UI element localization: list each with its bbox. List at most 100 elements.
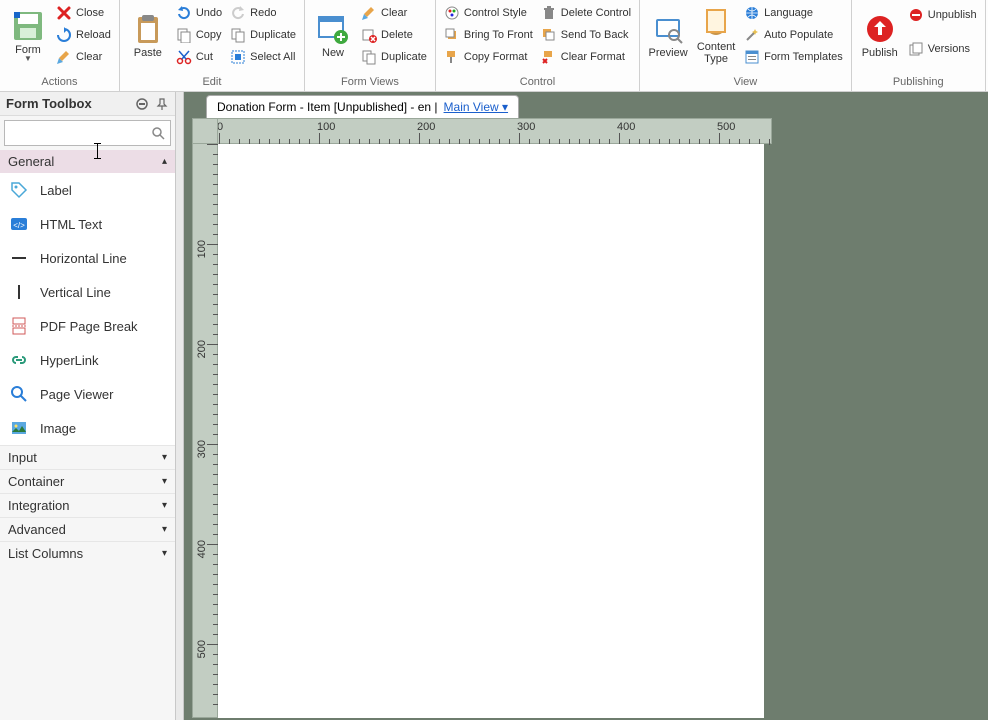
link-icon xyxy=(10,351,28,369)
ribbon-group-publishing: Publish Unpublish Versions Publishing xyxy=(852,0,986,91)
duplicate-icon xyxy=(361,49,377,65)
ribbon-group-actions: Form ▼ Close Reload Clear Actions xyxy=(0,0,120,91)
document-tab[interactable]: Donation Form - Item [Unpublished] - en … xyxy=(206,95,519,118)
duplicate-button[interactable]: Duplicate xyxy=(226,24,300,46)
copy-button[interactable]: Copy xyxy=(172,24,226,46)
group-label-publishing: Publishing xyxy=(856,74,981,91)
workarea: Donation Form - Item [Unpublished] - en … xyxy=(176,92,988,720)
form-canvas[interactable] xyxy=(218,144,764,718)
ruler-vertical: 100200300400500 xyxy=(192,144,218,718)
content-type-button[interactable]: Content Type xyxy=(692,2,740,70)
reload-icon xyxy=(56,27,72,43)
group-label-actions: Actions xyxy=(4,74,115,91)
general-items: Label </> HTML Text Horizontal Line Vert… xyxy=(0,173,175,445)
search-icon xyxy=(151,126,165,140)
versions-button[interactable]: Versions xyxy=(904,38,981,60)
chevron-down-icon: ▾ xyxy=(162,548,167,559)
bring-to-front-button[interactable]: Bring To Front xyxy=(440,24,537,46)
image-icon xyxy=(10,419,28,437)
globe-icon xyxy=(744,5,760,21)
clear-format-icon xyxy=(541,49,557,65)
send-to-back-button[interactable]: Send To Back xyxy=(537,24,635,46)
tool-hyperlink[interactable]: HyperLink xyxy=(0,343,175,377)
tool-label[interactable]: Label xyxy=(0,173,175,207)
sidebar-cat-general[interactable]: General ▴ xyxy=(0,150,175,173)
form-templates-button[interactable]: Form Templates xyxy=(740,46,847,68)
ribbon-group-view: Preview Content Type Language Auto Popul… xyxy=(640,0,852,91)
sidebar-cat-advanced[interactable]: Advanced ▾ xyxy=(0,517,175,541)
paste-button[interactable]: Paste xyxy=(124,2,172,70)
clear-view-button[interactable]: Clear xyxy=(357,2,431,24)
publish-button[interactable]: Publish xyxy=(856,2,904,70)
collapse-icon[interactable] xyxy=(135,97,149,111)
tool-horizontal-line[interactable]: Horizontal Line xyxy=(0,241,175,275)
delete-view-button[interactable]: Delete xyxy=(357,24,431,46)
group-label-control: Control xyxy=(440,74,635,91)
clear-format-button[interactable]: Clear Format xyxy=(537,46,635,68)
reload-button[interactable]: Reload xyxy=(52,24,115,46)
ribbon-group-form-views: New Clear Delete Duplicate Form Views xyxy=(305,0,436,91)
toolbox-title: Form Toolbox xyxy=(6,96,92,111)
vline-icon xyxy=(10,283,28,301)
select-all-button[interactable]: Select All xyxy=(226,46,300,68)
content-type-icon xyxy=(700,7,732,39)
chevron-down-icon: ▾ xyxy=(162,452,167,463)
copy-format-button[interactable]: Copy Format xyxy=(440,46,537,68)
sidebar-cat-integration[interactable]: Integration ▾ xyxy=(0,493,175,517)
magnifier-icon xyxy=(10,385,28,403)
delete-control-button[interactable]: Delete Control xyxy=(537,2,635,24)
search-input[interactable] xyxy=(4,120,171,146)
ribbon: Form ▼ Close Reload Clear Actions xyxy=(0,0,988,92)
unpublish-button[interactable]: Unpublish xyxy=(904,4,981,26)
toolbox-titlebar: Form Toolbox xyxy=(0,92,175,116)
scissors-icon xyxy=(176,49,192,65)
broom-icon xyxy=(361,5,377,21)
auto-populate-button[interactable]: Auto Populate xyxy=(740,24,847,46)
tool-page-viewer[interactable]: Page Viewer xyxy=(0,377,175,411)
publish-icon xyxy=(864,13,896,45)
page-break-icon xyxy=(10,317,28,335)
tool-html-text[interactable]: </> HTML Text xyxy=(0,207,175,241)
undo-button[interactable]: Undo xyxy=(172,2,226,24)
redo-button[interactable]: Redo xyxy=(226,2,300,24)
preview-button[interactable]: Preview xyxy=(644,2,692,70)
versions-icon xyxy=(908,41,924,57)
bring-front-icon xyxy=(444,27,460,43)
chevron-down-icon: ▾ xyxy=(162,524,167,535)
copy-icon xyxy=(176,27,192,43)
duplicate-view-button[interactable]: Duplicate xyxy=(357,46,431,68)
cut-button[interactable]: Cut xyxy=(172,46,226,68)
unpublish-icon xyxy=(908,7,924,23)
select-all-icon xyxy=(230,49,246,65)
palette-icon xyxy=(444,5,460,21)
clipboard-icon xyxy=(132,13,164,45)
tool-pdf-page-break[interactable]: PDF Page Break xyxy=(0,309,175,343)
pin-icon[interactable] xyxy=(155,97,169,111)
sidebar-cat-list-columns[interactable]: List Columns ▾ xyxy=(0,541,175,565)
wand-icon xyxy=(744,27,760,43)
clear-button[interactable]: Clear xyxy=(52,46,115,68)
redo-icon xyxy=(230,5,246,21)
ruler-horizontal: 0100200300400500 xyxy=(192,118,772,144)
splitter[interactable] xyxy=(176,92,184,720)
form-toolbox-sidebar: Form Toolbox General ▴ Label </> HTML Te… xyxy=(0,92,176,720)
sidebar-cat-container[interactable]: Container ▾ xyxy=(0,469,175,493)
hline-icon xyxy=(10,249,28,267)
new-view-icon xyxy=(317,13,349,45)
language-button[interactable]: Language xyxy=(740,2,847,24)
group-label-edit: Edit xyxy=(124,74,300,91)
html-icon: </> xyxy=(10,215,28,233)
group-label-view: View xyxy=(644,74,847,91)
new-view-button[interactable]: New xyxy=(309,2,357,70)
main-area: Form Toolbox General ▴ Label </> HTML Te… xyxy=(0,92,988,720)
close-button[interactable]: Close xyxy=(52,2,115,24)
tab-view-link[interactable]: Main View ▾ xyxy=(444,100,509,114)
tool-vertical-line[interactable]: Vertical Line xyxy=(0,275,175,309)
control-style-button[interactable]: Control Style xyxy=(440,2,537,24)
sidebar-cat-input[interactable]: Input ▾ xyxy=(0,445,175,469)
undo-icon xyxy=(176,5,192,21)
tool-image[interactable]: Image xyxy=(0,411,175,445)
form-button[interactable]: Form ▼ xyxy=(4,2,52,70)
toolbox-search xyxy=(0,116,175,150)
ribbon-group-control: Control Style Bring To Front Copy Format… xyxy=(436,0,640,91)
